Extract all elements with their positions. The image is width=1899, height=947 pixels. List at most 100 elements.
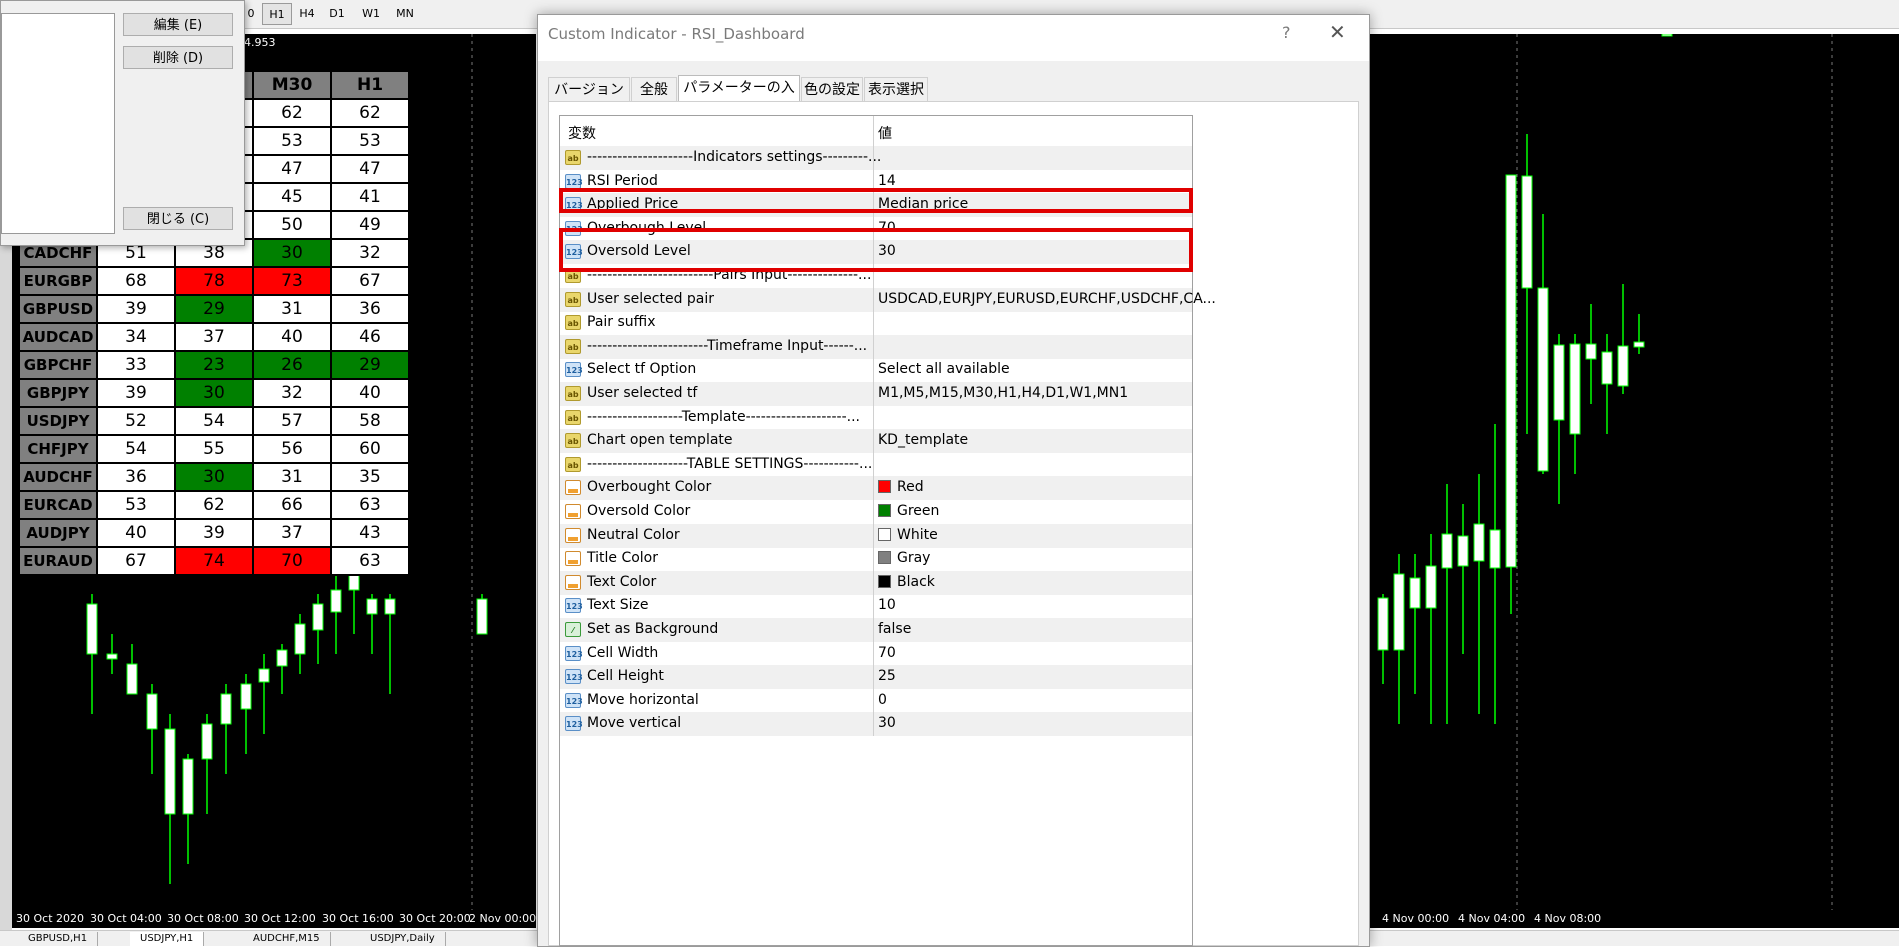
parameter-value[interactable]: 25	[878, 668, 896, 684]
parameter-value[interactable]: Gray	[878, 550, 930, 566]
pair-cell[interactable]: CHFJPY	[18, 434, 98, 464]
chart-tab[interactable]: AUDCHF,M15	[243, 932, 331, 946]
pair-cell[interactable]: GBPCHF	[18, 350, 98, 380]
edit-button[interactable]: 編集 (E)	[123, 13, 233, 36]
rsi-value-cell: 40	[330, 378, 410, 408]
parameter-value[interactable]: 70	[878, 645, 896, 661]
timeframe-button-mn[interactable]: MN	[390, 3, 420, 25]
parameter-value[interactable]: Red	[878, 479, 924, 495]
candle-body	[1633, 341, 1645, 348]
parameter-row[interactable]: ab -------------------Template-----------…	[560, 405, 1192, 430]
rsi-value-cell: 74	[174, 546, 254, 576]
parameter-row[interactable]: ab ---------------------Indicators settin…	[560, 146, 1192, 170]
rsi-value-cell: 57	[252, 406, 332, 436]
parameter-value[interactable]: KD_template	[878, 432, 968, 448]
delete-button[interactable]: 削除 (D)	[123, 46, 233, 69]
rsi-row: AUDCAD 34 37 40 46	[18, 322, 410, 352]
parameter-row[interactable]: ab Pair suffix	[560, 311, 1192, 336]
pair-cell[interactable]: EURCAD	[18, 490, 98, 520]
parameter-row[interactable]: Title Color Gray	[560, 547, 1192, 572]
close-button[interactable]: 閉じる (C)	[123, 207, 233, 230]
parameter-row[interactable]: Oversold Color Green	[560, 500, 1192, 524]
parameter-value[interactable]: Select all available	[878, 361, 1010, 377]
pair-cell[interactable]: GBPJPY	[18, 378, 98, 408]
column-divider	[873, 358, 874, 383]
chart-window-right[interactable]	[1367, 34, 1899, 910]
rsi-row: EURGBP 68 78 73 67	[18, 266, 410, 296]
parameter-value-text: KD_template	[878, 432, 969, 449]
candle-body	[384, 598, 396, 615]
candle-body	[126, 663, 138, 695]
parameter-row[interactable]: ab User selected pair USDCAD,EURJPY,EURUSD…	[560, 287, 1216, 312]
pair-cell[interactable]: AUDCAD	[18, 322, 98, 352]
rsi-value-cell: 58	[330, 406, 410, 436]
pair-cell[interactable]: GBPUSD	[18, 294, 98, 324]
rsi-value-cell: 47	[330, 154, 410, 184]
rsi-value-cell: 63	[330, 546, 410, 576]
column-divider	[873, 452, 874, 477]
parameter-row[interactable]: Neutral Color White	[560, 523, 1192, 548]
parameter-value[interactable]: M1,M5,M15,M30,H1,H4,D1,W1,MN1	[878, 385, 1128, 401]
color-type-icon	[565, 480, 581, 496]
time-axis-label: 30 Oct 16:00	[322, 912, 394, 925]
parameter-row[interactable]: ab --------------------TABLE SETTINGS----…	[560, 452, 1192, 477]
rsi-value-cell: 30	[252, 238, 332, 268]
candle-body	[182, 758, 194, 815]
parameter-row[interactable]: 123 Move horizontal 0	[560, 688, 1192, 713]
column-header-value: 値	[878, 126, 892, 142]
parameter-row[interactable]: ab Chart open template KD_template	[560, 429, 1192, 454]
parameter-value[interactable]: 14	[878, 173, 896, 189]
highlight-levels	[559, 228, 1193, 272]
parameter-row[interactable]: ab ------------------------Timeframe Inpu…	[560, 334, 1192, 359]
pair-cell[interactable]: USDJPY	[18, 406, 98, 436]
parameter-value[interactable]: USDCAD,EURJPY,EURUSD,EURCHF,USDCHF,CA...	[878, 291, 1216, 307]
candle-body	[330, 589, 342, 613]
tab-3[interactable]: 色の設定	[801, 77, 863, 101]
string-type-icon: ab	[565, 291, 581, 307]
parameter-value[interactable]: Green	[878, 503, 939, 519]
parameter-value[interactable]: 30	[878, 715, 896, 731]
chart-tab[interactable]: GBPUSD,H1	[18, 932, 99, 946]
parameter-row[interactable]: ab User selected tf M1,M5,M15,M30,H1,H4,D1…	[560, 382, 1192, 406]
color-type-icon	[565, 574, 581, 590]
parameter-value[interactable]: Black	[878, 574, 935, 590]
parameter-row[interactable]: 123 Move vertical 30	[560, 712, 1192, 737]
close-icon[interactable]: ✕	[1329, 20, 1346, 44]
tab-1[interactable]: 全般	[631, 77, 677, 101]
column-divider	[873, 500, 874, 524]
tab-2[interactable]: パラメーターの入力	[678, 75, 800, 120]
parameter-value[interactable]: 10	[878, 597, 896, 613]
parameter-value[interactable]: false	[878, 621, 911, 637]
tab-4[interactable]: 表示選択	[864, 77, 928, 101]
parameter-row[interactable]: 123 Text Size 10	[560, 594, 1192, 619]
timeframe-button-w1[interactable]: W1	[356, 3, 386, 25]
time-axis-label: 4 Nov 00:00	[1382, 912, 1450, 925]
help-icon[interactable]: ?	[1282, 23, 1291, 42]
parameter-row[interactable]: 123 Select tf Option Select all available	[560, 358, 1192, 383]
tab-0[interactable]: バージョン情報	[548, 77, 630, 122]
rsi-value-cell: 63	[330, 490, 410, 520]
chart-tab[interactable]: USDJPY,Daily	[360, 932, 446, 946]
parameter-row[interactable]: Text Color Black	[560, 570, 1192, 595]
candle-body	[1617, 345, 1629, 387]
candle-body	[1537, 287, 1549, 472]
pair-cell[interactable]: EURAUD	[18, 546, 98, 576]
timeframe-button-h4[interactable]: H4	[292, 3, 322, 25]
pair-cell[interactable]: AUDCHF	[18, 462, 98, 492]
pair-cell[interactable]: EURGBP	[18, 266, 98, 296]
pair-cell[interactable]: AUDJPY	[18, 518, 98, 548]
timeframe-button-h1[interactable]: H1	[262, 3, 292, 25]
candle-body	[258, 668, 270, 683]
parameter-row[interactable]: 123 Cell Width 70	[560, 641, 1192, 666]
rsi-value-cell: 31	[252, 294, 332, 324]
indicator-list[interactable]	[1, 13, 115, 234]
parameter-row[interactable]: 123 Cell Height 25	[560, 665, 1192, 690]
parameter-value[interactable]: 0	[878, 692, 887, 708]
parameter-row[interactable]: ⁄ Set as Background false	[560, 618, 1192, 642]
parameter-row[interactable]: Overbought Color Red	[560, 476, 1192, 501]
time-axis-right: 4 Nov 00:00 4 Nov 04:00 4 Nov 08:00	[1367, 910, 1899, 928]
timeframe-button-d1[interactable]: D1	[322, 3, 352, 25]
parameter-value[interactable]: White	[878, 527, 938, 543]
chart-tab[interactable]: USDJPY,H1	[130, 932, 205, 946]
parameter-value-text: Black	[897, 573, 935, 590]
